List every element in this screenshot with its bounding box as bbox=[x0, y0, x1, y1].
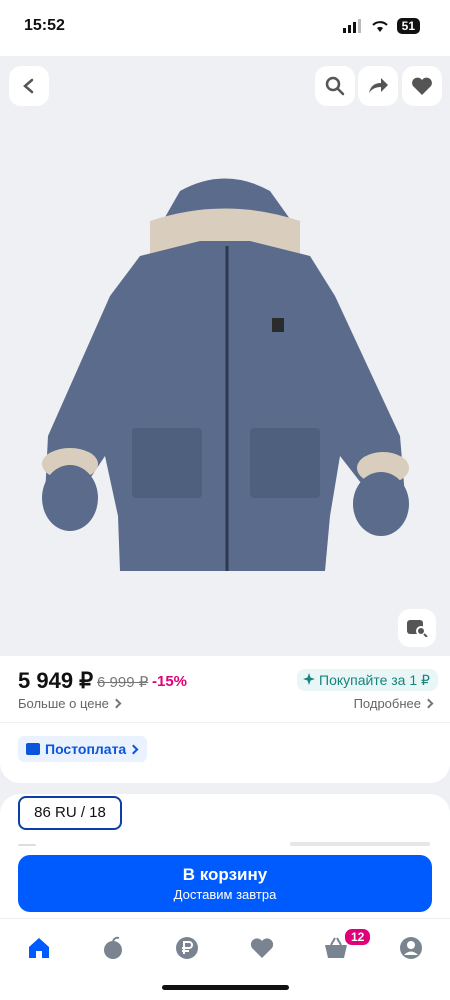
status-icons: 51 bbox=[342, 18, 420, 34]
fruit-icon[interactable] bbox=[100, 935, 126, 961]
price-info-card: 5 949 ₽ 6 999 ₽ -15% Покупайте за 1 ₽ Бо… bbox=[0, 656, 450, 783]
home-indicator bbox=[162, 985, 289, 990]
battery-icon: 51 bbox=[396, 18, 420, 34]
sparkle-icon bbox=[303, 673, 315, 685]
home-icon[interactable] bbox=[26, 935, 52, 961]
wifi-icon bbox=[371, 21, 388, 32]
divider bbox=[0, 722, 450, 723]
product-image-area[interactable] bbox=[0, 56, 450, 656]
more-about-price-link[interactable]: Больше о цене bbox=[18, 696, 122, 711]
buy-for-one-ruble-link[interactable]: Покупайте за 1 ₽ bbox=[297, 669, 438, 691]
back-button[interactable] bbox=[9, 66, 49, 106]
status-bar: 15:52 51 bbox=[0, 0, 450, 56]
image-search-icon bbox=[407, 620, 428, 637]
size-card: 86 RU / 18 bbox=[0, 794, 450, 854]
current-price: 5 949 ₽ bbox=[18, 668, 94, 693]
card-icon bbox=[26, 743, 40, 755]
size-chip[interactable]: 86 RU / 18 bbox=[18, 796, 122, 830]
chevron-right-icon bbox=[111, 698, 122, 709]
chevron-right-icon bbox=[423, 698, 434, 709]
cart-bar: В корзину Доставим завтра bbox=[0, 846, 450, 918]
status-time: 15:52 bbox=[24, 17, 65, 34]
chevron-right-icon bbox=[128, 744, 139, 755]
ruble-icon[interactable] bbox=[174, 935, 200, 961]
cart-button-subtitle: Доставим завтра bbox=[173, 887, 277, 902]
postpay-label: Постоплата bbox=[45, 741, 127, 757]
cart-button-title: В корзину bbox=[182, 865, 268, 884]
discount-badge: -15% bbox=[152, 673, 188, 690]
heart-icon[interactable] bbox=[249, 935, 275, 961]
favorite-button[interactable] bbox=[402, 66, 442, 106]
product-image[interactable] bbox=[0, 56, 450, 656]
signal-icon bbox=[342, 19, 361, 33]
more-about-price-label: Больше о цене bbox=[18, 696, 109, 711]
cart-count-badge: 12 bbox=[343, 927, 373, 947]
profile-icon[interactable] bbox=[398, 935, 424, 961]
chevron-left-icon bbox=[23, 78, 34, 94]
search-button[interactable] bbox=[315, 66, 355, 106]
postpay-button[interactable]: Постоплата bbox=[18, 736, 148, 762]
details-link[interactable]: Подробнее bbox=[353, 696, 434, 711]
buy-for-one-ruble-label: Покупайте за 1 ₽ bbox=[319, 672, 430, 688]
old-price: 6 999 ₽ bbox=[97, 674, 149, 691]
search-icon bbox=[325, 76, 345, 96]
details-label: Подробнее bbox=[353, 696, 421, 711]
visual-search-button[interactable] bbox=[398, 609, 436, 647]
share-button[interactable] bbox=[358, 66, 398, 106]
share-icon bbox=[369, 78, 388, 93]
heart-icon bbox=[412, 77, 432, 95]
add-to-cart-button[interactable]: В корзину Доставим завтра bbox=[18, 855, 432, 912]
